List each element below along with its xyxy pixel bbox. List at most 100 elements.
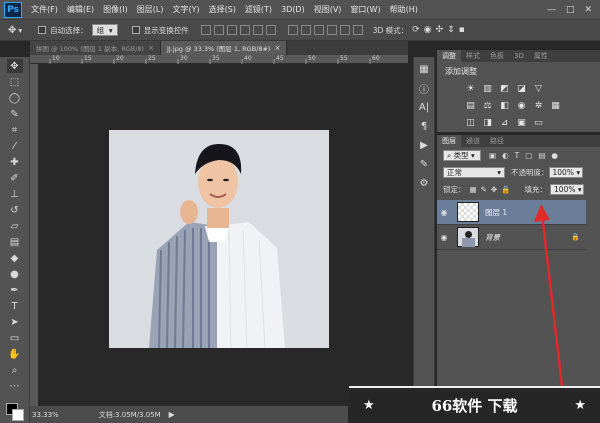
tab-close-icon[interactable]: ×	[148, 44, 154, 52]
distribute-center-icon[interactable]	[339, 25, 350, 35]
align-left-icon[interactable]	[239, 25, 250, 35]
lock-transparent-icon[interactable]: ▦	[470, 185, 477, 194]
tool-preset-dropdown-icon[interactable]: ▾	[18, 26, 22, 35]
scale-3d-icon[interactable]: ▪	[459, 25, 465, 35]
lock-position-icon[interactable]: ✥	[491, 185, 497, 194]
close-button[interactable]: ✕	[584, 5, 592, 15]
tab-collage[interactable]: 拼图 @ 100% (图层 1 副本, RGB/8) ×	[30, 41, 161, 55]
properties-panel-icon[interactable]: ⚙	[416, 176, 432, 190]
layer-name[interactable]: 图层 1	[485, 207, 507, 218]
tab-adjustments[interactable]: 调整	[437, 50, 461, 62]
align-right-icon[interactable]	[265, 25, 276, 35]
threshold-icon[interactable]: ⊿	[499, 117, 510, 128]
hue-saturation-icon[interactable]: ▤	[465, 100, 476, 111]
color-balance-icon[interactable]: ⚖	[482, 100, 493, 111]
brush-tool-icon[interactable]: ✐	[7, 171, 23, 185]
document-photo[interactable]	[109, 130, 329, 348]
tab-paths[interactable]: 路径	[485, 135, 509, 147]
distribute-bottom-icon[interactable]	[313, 25, 324, 35]
tab-3d[interactable]: 3D	[509, 50, 529, 62]
tab-close-icon[interactable]: ×	[274, 44, 280, 52]
crop-tool-icon[interactable]: ⌗	[7, 123, 23, 137]
zoom-level[interactable]: 33.33%	[32, 411, 59, 419]
maximize-button[interactable]: □	[566, 5, 575, 15]
align-center-icon[interactable]	[252, 25, 263, 35]
show-transform-checkbox[interactable]	[131, 26, 140, 34]
menu-layer[interactable]: 图层(L)	[137, 4, 164, 15]
menu-image[interactable]: 图像(I)	[103, 4, 128, 15]
tab-layers[interactable]: 图层	[437, 135, 461, 147]
posterize-icon[interactable]: ◨	[482, 117, 493, 128]
menu-window[interactable]: 窗口(W)	[350, 4, 380, 15]
pen-tool-icon[interactable]: ✒	[7, 283, 23, 297]
path-select-tool-icon[interactable]: ➤	[7, 315, 23, 329]
brightness-contrast-icon[interactable]: ☀	[465, 83, 476, 94]
blur-tool-icon[interactable]: ◆	[7, 251, 23, 265]
paragraph-panel-icon[interactable]: ¶	[416, 119, 432, 133]
blend-mode-dropdown[interactable]: 正常 ▾	[443, 167, 505, 178]
actions-panel-icon[interactable]: ▶	[416, 138, 432, 152]
menu-view[interactable]: 视图(V)	[314, 4, 342, 15]
pan-3d-icon[interactable]: ✣	[436, 25, 444, 35]
auto-select-checkbox[interactable]	[38, 26, 47, 34]
type-tool-icon[interactable]: T	[7, 299, 23, 313]
selective-color-icon[interactable]: ▣	[516, 117, 527, 128]
roll-3d-icon[interactable]: ◉	[424, 25, 432, 35]
photo-filter-icon[interactable]: ◉	[516, 100, 527, 111]
filter-adjustment-icon[interactable]: ◐	[502, 151, 509, 160]
curves-icon[interactable]: ◩	[499, 83, 510, 94]
menu-filter[interactable]: 滤镜(T)	[245, 4, 272, 15]
menu-file[interactable]: 文件(F)	[31, 4, 58, 15]
filter-pixel-icon[interactable]: ▣	[489, 151, 496, 160]
slide-3d-icon[interactable]: ⇕	[447, 25, 455, 35]
layer-filter-dropdown[interactable]: ⌕ 类型 ▾	[443, 150, 481, 161]
marquee-tool-icon[interactable]: ⬚	[7, 75, 23, 89]
eyedropper-tool-icon[interactable]: ⁄	[7, 139, 23, 153]
healing-brush-tool-icon[interactable]: ✚	[7, 155, 23, 169]
align-top-icon[interactable]	[200, 25, 211, 35]
tab-swatches[interactable]: 色板	[485, 50, 509, 62]
menu-3d[interactable]: 3D(D)	[281, 5, 305, 14]
lasso-tool-icon[interactable]: ◯	[7, 91, 23, 105]
move-tool-icon[interactable]: ✥	[6, 59, 23, 73]
tab-jj[interactable]: JJ.jpg @ 33.3% (图层 1, RGB/8#) ×	[160, 41, 288, 55]
tab-properties[interactable]: 属性	[529, 50, 553, 62]
zoom-tool-icon[interactable]: ⌕	[7, 363, 23, 377]
brush-panel-icon[interactable]: ✎	[416, 157, 432, 171]
fill-field[interactable]: 100% ▾	[550, 184, 585, 195]
hand-tool-icon[interactable]: ✋	[7, 347, 23, 361]
black-white-icon[interactable]: ◧	[499, 100, 510, 111]
history-panel-icon[interactable]: ▦	[416, 62, 432, 76]
filter-toggle-icon[interactable]: ●	[551, 151, 558, 160]
rotate-3d-icon[interactable]: ⟳	[412, 25, 420, 35]
more-tools-icon[interactable]: ⋯	[7, 379, 23, 393]
tab-channels[interactable]: 通道	[461, 135, 485, 147]
menu-edit[interactable]: 编辑(E)	[67, 4, 94, 15]
vibrance-icon[interactable]: ▽	[533, 83, 544, 94]
distribute-right-icon[interactable]	[352, 25, 363, 35]
color-lookup-icon[interactable]: ▦	[550, 100, 561, 111]
align-bottom-icon[interactable]	[226, 25, 237, 35]
lock-all-icon[interactable]: 🔒	[501, 185, 510, 194]
lock-pixels-icon[interactable]: ✎	[481, 185, 487, 194]
info-panel-icon[interactable]: ⓘ	[416, 81, 432, 96]
eraser-tool-icon[interactable]: ▱	[7, 219, 23, 233]
clone-stamp-tool-icon[interactable]: ⊥	[7, 187, 23, 201]
auto-select-dropdown[interactable]: 组 ▾	[91, 24, 118, 36]
filter-shape-icon[interactable]: ▢	[525, 151, 532, 160]
visibility-eye-icon[interactable]: ◉	[437, 208, 451, 217]
menu-type[interactable]: 文字(Y)	[172, 4, 199, 15]
menu-help[interactable]: 帮助(H)	[390, 4, 418, 15]
minimize-button[interactable]: —	[547, 5, 556, 15]
layer-name[interactable]: 背景	[485, 232, 500, 243]
gradient-tool-icon[interactable]: ▤	[7, 235, 23, 249]
levels-icon[interactable]: ▥	[482, 83, 493, 94]
dodge-tool-icon[interactable]: ●	[7, 267, 23, 281]
character-panel-icon[interactable]: A|	[416, 100, 432, 114]
menu-select[interactable]: 选择(S)	[209, 4, 236, 15]
channel-mixer-icon[interactable]: ✲	[533, 100, 544, 111]
quick-select-tool-icon[interactable]: ✎	[7, 107, 23, 121]
distribute-left-icon[interactable]	[326, 25, 337, 35]
history-brush-tool-icon[interactable]: ↺	[7, 203, 23, 217]
shape-tool-icon[interactable]: ▭	[7, 331, 23, 345]
